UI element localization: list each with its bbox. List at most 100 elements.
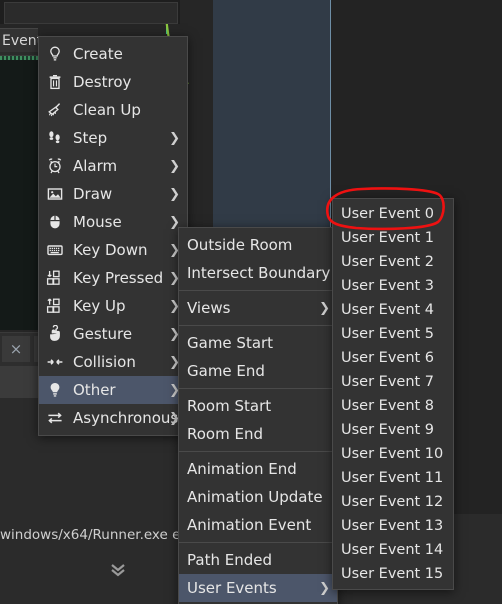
menu-item-animation-event[interactable]: Animation Event <box>179 511 337 539</box>
event-tab-label[interactable]: Event <box>0 28 38 52</box>
menu-item-user-event-2[interactable]: User Event 2 <box>333 250 453 274</box>
menu-item-label: User Event 0 <box>341 206 435 222</box>
chevron-right-icon: ❯ <box>169 158 180 174</box>
menu-item-game-end[interactable]: Game End <box>179 357 337 385</box>
menu-item-user-event-1[interactable]: User Event 1 <box>333 226 453 250</box>
other-events-submenu[interactable]: Outside Room Intersect Boundary Views ❯ … <box>178 227 338 604</box>
mouse-icon <box>39 208 71 236</box>
background-toolbar <box>0 0 180 24</box>
menu-item-label: User Event 7 <box>341 374 435 390</box>
menu-separator <box>179 388 337 389</box>
menu-item-label: Outside Room <box>187 236 293 254</box>
menu-item-label: User Event 4 <box>341 302 435 318</box>
menu-item-user-event-8[interactable]: User Event 8 <box>333 394 453 418</box>
menu-item-user-event-7[interactable]: User Event 7 <box>333 370 453 394</box>
menu-item-user-event-3[interactable]: User Event 3 <box>333 274 453 298</box>
menu-item-mouse[interactable]: Mouse ❯ <box>39 208 187 236</box>
menu-item-label: Animation End <box>187 460 297 478</box>
double-chevron-down-icon[interactable] <box>108 561 128 579</box>
hand-tap-icon <box>39 320 71 348</box>
menu-item-other[interactable]: Other ❯ <box>39 376 187 404</box>
menu-item-collision[interactable]: Collision ❯ <box>39 348 187 376</box>
menu-item-gesture[interactable]: Gesture ❯ <box>39 320 187 348</box>
menu-item-game-start[interactable]: Game Start <box>179 329 337 357</box>
menu-item-label: Intersect Boundary <box>187 264 331 282</box>
menu-item-user-event-15[interactable]: User Event 15 <box>333 562 453 586</box>
chevron-right-icon: ❯ <box>169 130 180 146</box>
image-icon <box>39 180 71 208</box>
menu-item-key-up[interactable]: Key Up ❯ <box>39 292 187 320</box>
keyboard-icon <box>39 236 71 264</box>
event-category-menu[interactable]: Create Destroy Clean Up Step ❯ Alarm ❯ D… <box>38 36 188 436</box>
menu-item-user-event-5[interactable]: User Event 5 <box>333 322 453 346</box>
menu-item-label: Views <box>187 299 231 317</box>
menu-item-user-event-0[interactable]: User Event 0 <box>333 202 453 226</box>
menu-item-user-event-4[interactable]: User Event 4 <box>333 298 453 322</box>
menu-item-label: Game End <box>187 362 265 380</box>
menu-item-user-event-6[interactable]: User Event 6 <box>333 346 453 370</box>
menu-item-alarm[interactable]: Alarm ❯ <box>39 152 187 180</box>
menu-separator <box>179 542 337 543</box>
menu-item-room-end[interactable]: Room End <box>179 420 337 448</box>
menu-item-draw[interactable]: Draw ❯ <box>39 180 187 208</box>
background-blue-panel <box>213 0 331 250</box>
menu-item-label: Create <box>73 45 123 63</box>
menu-item-user-event-13[interactable]: User Event 13 <box>333 514 453 538</box>
menu-item-step[interactable]: Step ❯ <box>39 124 187 152</box>
menu-item-label: Room End <box>187 425 263 443</box>
lightbulb-solid-icon <box>39 376 71 404</box>
menu-item-label: Path Ended <box>187 551 272 569</box>
menu-item-label: Destroy <box>73 73 132 91</box>
chevron-right-icon: ❯ <box>169 186 180 202</box>
menu-item-label: User Events <box>187 579 277 597</box>
close-icon[interactable]: × <box>2 336 30 362</box>
menu-item-label: Room Start <box>187 397 272 415</box>
background-toolbar-field <box>4 2 178 24</box>
key-down-icon <box>39 264 71 292</box>
menu-item-asynchronous[interactable]: Asynchronous ❯ <box>39 404 187 432</box>
screenshot-root: Event × windows/x64/Runner.exe e 19) <box>0 0 502 604</box>
menu-item-outside-room[interactable]: Outside Room <box>179 231 337 259</box>
key-up-icon <box>39 292 71 320</box>
menu-item-intersect-boundary[interactable]: Intersect Boundary <box>179 259 337 287</box>
menu-item-user-event-9[interactable]: User Event 9 <box>333 418 453 442</box>
menu-item-user-event-10[interactable]: User Event 10 <box>333 442 453 466</box>
menu-item-label: User Event 5 <box>341 326 435 342</box>
menu-item-label: User Event 14 <box>341 542 444 558</box>
menu-item-label: User Event 2 <box>341 254 435 270</box>
menu-item-animation-end[interactable]: Animation End <box>179 455 337 483</box>
broom-icon <box>39 96 71 124</box>
alarm-clock-icon <box>39 152 71 180</box>
menu-item-key-pressed[interactable]: Key Pressed ❯ <box>39 264 187 292</box>
menu-item-path-ended[interactable]: Path Ended <box>179 546 337 574</box>
menu-item-label: Game Start <box>187 334 274 352</box>
menu-item-label: Animation Update <box>187 488 323 506</box>
menu-item-clean-up[interactable]: Clean Up <box>39 96 187 124</box>
menu-item-label: User Event 8 <box>341 398 435 414</box>
menu-item-destroy[interactable]: Destroy <box>39 68 187 96</box>
menu-item-user-events[interactable]: User Events ❯ <box>179 574 337 602</box>
async-arrows-icon <box>39 404 71 432</box>
menu-item-label: User Event 3 <box>341 278 435 294</box>
menu-separator <box>179 325 337 326</box>
lightbulb-icon <box>39 40 71 68</box>
menu-item-create[interactable]: Create <box>39 40 187 68</box>
menu-item-views[interactable]: Views ❯ <box>179 294 337 322</box>
user-events-submenu[interactable]: User Event 0 User Event 1 User Event 2 U… <box>332 198 454 590</box>
menu-item-label: User Event 15 <box>341 566 444 582</box>
menu-item-label: User Event 9 <box>341 422 435 438</box>
menu-item-label: User Event 12 <box>341 494 444 510</box>
menu-item-key-down[interactable]: Key Down ❯ <box>39 236 187 264</box>
menu-item-user-event-11[interactable]: User Event 11 <box>333 466 453 490</box>
menu-item-label: User Event 11 <box>341 470 444 486</box>
menu-item-user-event-14[interactable]: User Event 14 <box>333 538 453 562</box>
menu-item-label: User Event 10 <box>341 446 444 462</box>
menu-item-user-event-12[interactable]: User Event 12 <box>333 490 453 514</box>
menu-item-room-start[interactable]: Room Start <box>179 392 337 420</box>
menu-item-label: Animation Event <box>187 516 312 534</box>
menu-item-label: Clean Up <box>73 101 141 119</box>
menu-item-animation-update[interactable]: Animation Update <box>179 483 337 511</box>
menu-separator <box>179 451 337 452</box>
menu-separator <box>179 290 337 291</box>
chevron-right-icon: ❯ <box>319 580 330 596</box>
